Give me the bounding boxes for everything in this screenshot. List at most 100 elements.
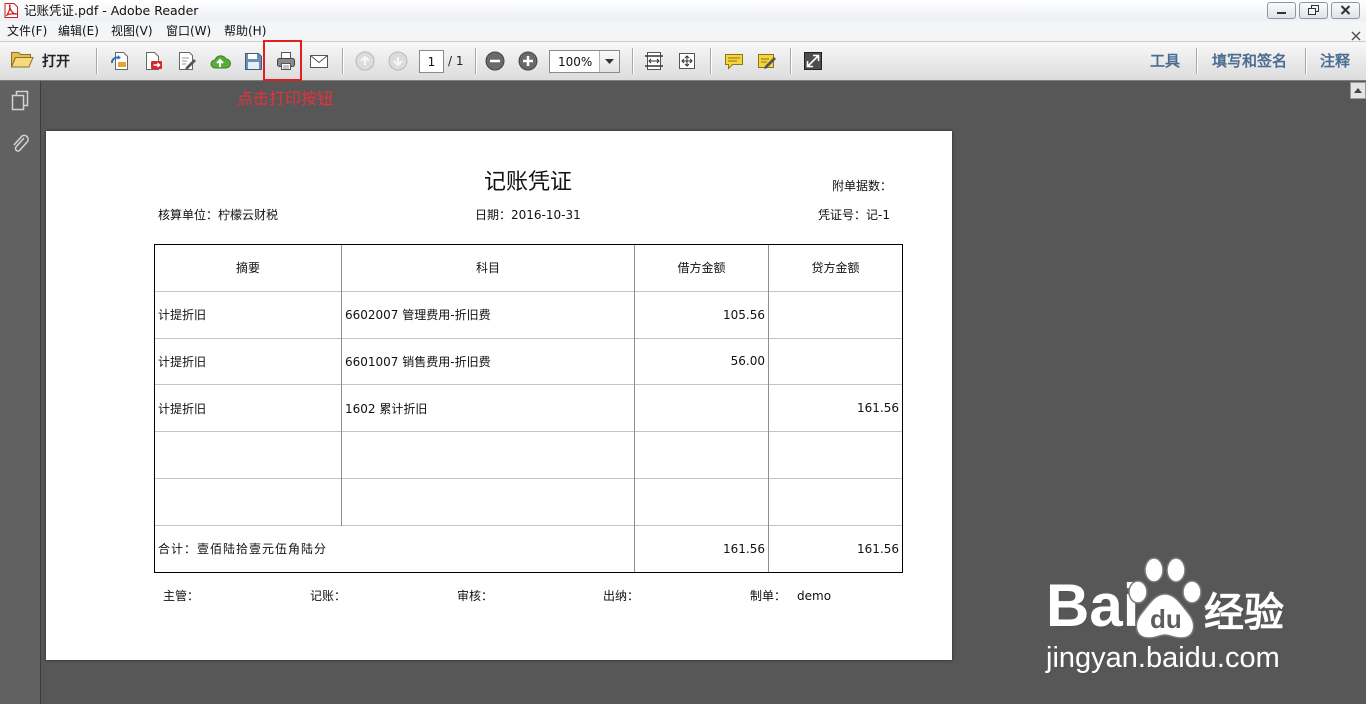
navigation-pane [0,81,41,704]
supervisor-label: 主管： [163,589,200,603]
zoom-dropdown-button[interactable] [599,51,619,72]
previous-page-button[interactable] [351,47,379,75]
column-header-debit: 借方金额 [634,244,769,292]
total-debit: 161.56 [634,524,769,573]
toolbar: 打开 / 1 100% [0,41,1366,81]
fit-page-button[interactable] [673,47,701,75]
table-header-row: 摘要 科目 借方金额 贷方金额 [154,244,903,292]
menu-file[interactable]: 文件(F) [7,23,47,39]
email-icon [310,55,328,68]
cloud-upload-button[interactable] [206,47,234,75]
menu-help[interactable]: 帮助(H) [224,23,266,39]
zoom-in-button[interactable] [514,47,542,75]
pdf-file-icon [4,3,18,18]
comment-button[interactable] [720,47,748,75]
window-title: 记账凭证.pdf - Adobe Reader [24,3,199,18]
pages-icon [11,90,29,111]
create-pdf-button[interactable] [106,47,134,75]
toolbar-separator [342,48,344,74]
page-total: / 1 [448,54,464,68]
document-title: 记账凭证 [483,170,572,195]
menu-view[interactable]: 视图(V) [111,23,153,39]
total-credit: 161.56 [768,524,903,573]
table-row: 计提折旧 6601007 销售费用-折旧费 56.00 [154,337,903,385]
fill-and-sign-link[interactable]: 填写和签名 [1212,51,1287,71]
reviewer-label: 审核： [457,589,494,603]
voucher-date: 日期：2016-10-31 [475,208,581,222]
cell-credit [768,290,903,339]
pdf-page: 记账凭证 附单据数： 核算单位：柠檬云财税 日期：2016-10-31 凭证号：… [46,131,952,660]
accounting-unit: 核算单位：柠檬云财税 [158,208,279,222]
previous-page-icon [355,51,375,71]
toolbar-separator [1305,48,1307,74]
close-button[interactable] [1331,2,1360,19]
chevron-up-icon [1354,88,1362,93]
comment-icon [725,54,743,70]
zoom-level-select[interactable]: 100% [549,50,620,73]
total-in-words: 合计：壹佰陆拾壹元伍角陆分 [154,524,635,573]
attachments-button[interactable] [8,131,32,157]
cell-credit [768,431,903,479]
cell-account: 6601007 销售费用-折旧费 [341,337,635,385]
next-page-button[interactable] [384,47,412,75]
full-screen-button[interactable] [799,47,827,75]
column-header-summary: 摘要 [154,244,342,292]
next-page-icon [388,51,408,71]
cell-debit: 56.00 [634,337,769,385]
table-row [154,431,903,479]
watermark-logo-du: du [1150,604,1182,634]
column-header-account: 科目 [341,244,635,292]
restore-button[interactable] [1299,2,1328,19]
column-header-credit: 贷方金额 [768,244,903,292]
edit-pdf-button[interactable] [173,47,201,75]
export-pdf-button[interactable] [139,47,167,75]
cashier-label: 出纳： [603,589,640,603]
cell-debit [634,477,769,526]
zoom-out-icon [485,51,505,71]
fit-width-icon [645,52,663,70]
toolbar-separator [710,48,712,74]
voucher-number: 凭证号：记-1 [818,208,890,222]
cell-summary: 计提折旧 [154,290,342,339]
attachment-icon [13,134,29,152]
sign-button[interactable] [753,47,781,75]
watermark-logo-jingyan: 经验 [1204,591,1284,635]
open-button[interactable]: 打开 [6,47,82,75]
sign-icon [758,54,776,69]
preparer-label: 制单： [750,589,787,603]
menu-bar: 文件(F) 编辑(E) 视图(V) 窗口(W) 帮助(H) [0,21,1366,41]
cell-account [341,477,635,526]
page-thumbnails-button[interactable] [8,88,32,114]
open-button-label: 打开 [42,54,70,70]
page-number-input[interactable] [419,50,444,73]
cell-debit [634,431,769,479]
email-button[interactable] [305,47,333,75]
cell-summary [154,431,342,479]
cell-credit: 161.56 [768,384,903,432]
table-row [154,477,903,526]
full-screen-icon [804,52,822,70]
menu-edit[interactable]: 编辑(E) [58,23,99,39]
folder-open-icon [10,49,34,73]
cell-credit [768,337,903,385]
attachments-count-label: 附单据数： [832,179,893,193]
toolbar-separator [475,48,477,74]
cell-credit [768,477,903,526]
create-pdf-icon [111,52,128,70]
menu-window[interactable]: 窗口(W) [166,23,211,39]
tools-link[interactable]: 工具 [1150,51,1180,71]
comment-link[interactable]: 注释 [1320,51,1350,71]
fit-width-button[interactable] [640,47,668,75]
chevron-down-icon [605,58,614,64]
cell-account [341,431,635,479]
bookkeeper-label: 记账： [310,589,347,603]
zoom-out-button[interactable] [481,47,509,75]
toolbar-separator [96,48,98,74]
minimize-button[interactable] [1267,2,1296,19]
annotation-text: 点击打印按钮 [237,89,334,108]
close-document-button[interactable] [1351,26,1361,41]
cell-account: 1602 累计折旧 [341,384,635,432]
toolbar-separator [1196,48,1198,74]
toolbar-separator [790,48,792,74]
scroll-up-button[interactable] [1350,82,1366,99]
